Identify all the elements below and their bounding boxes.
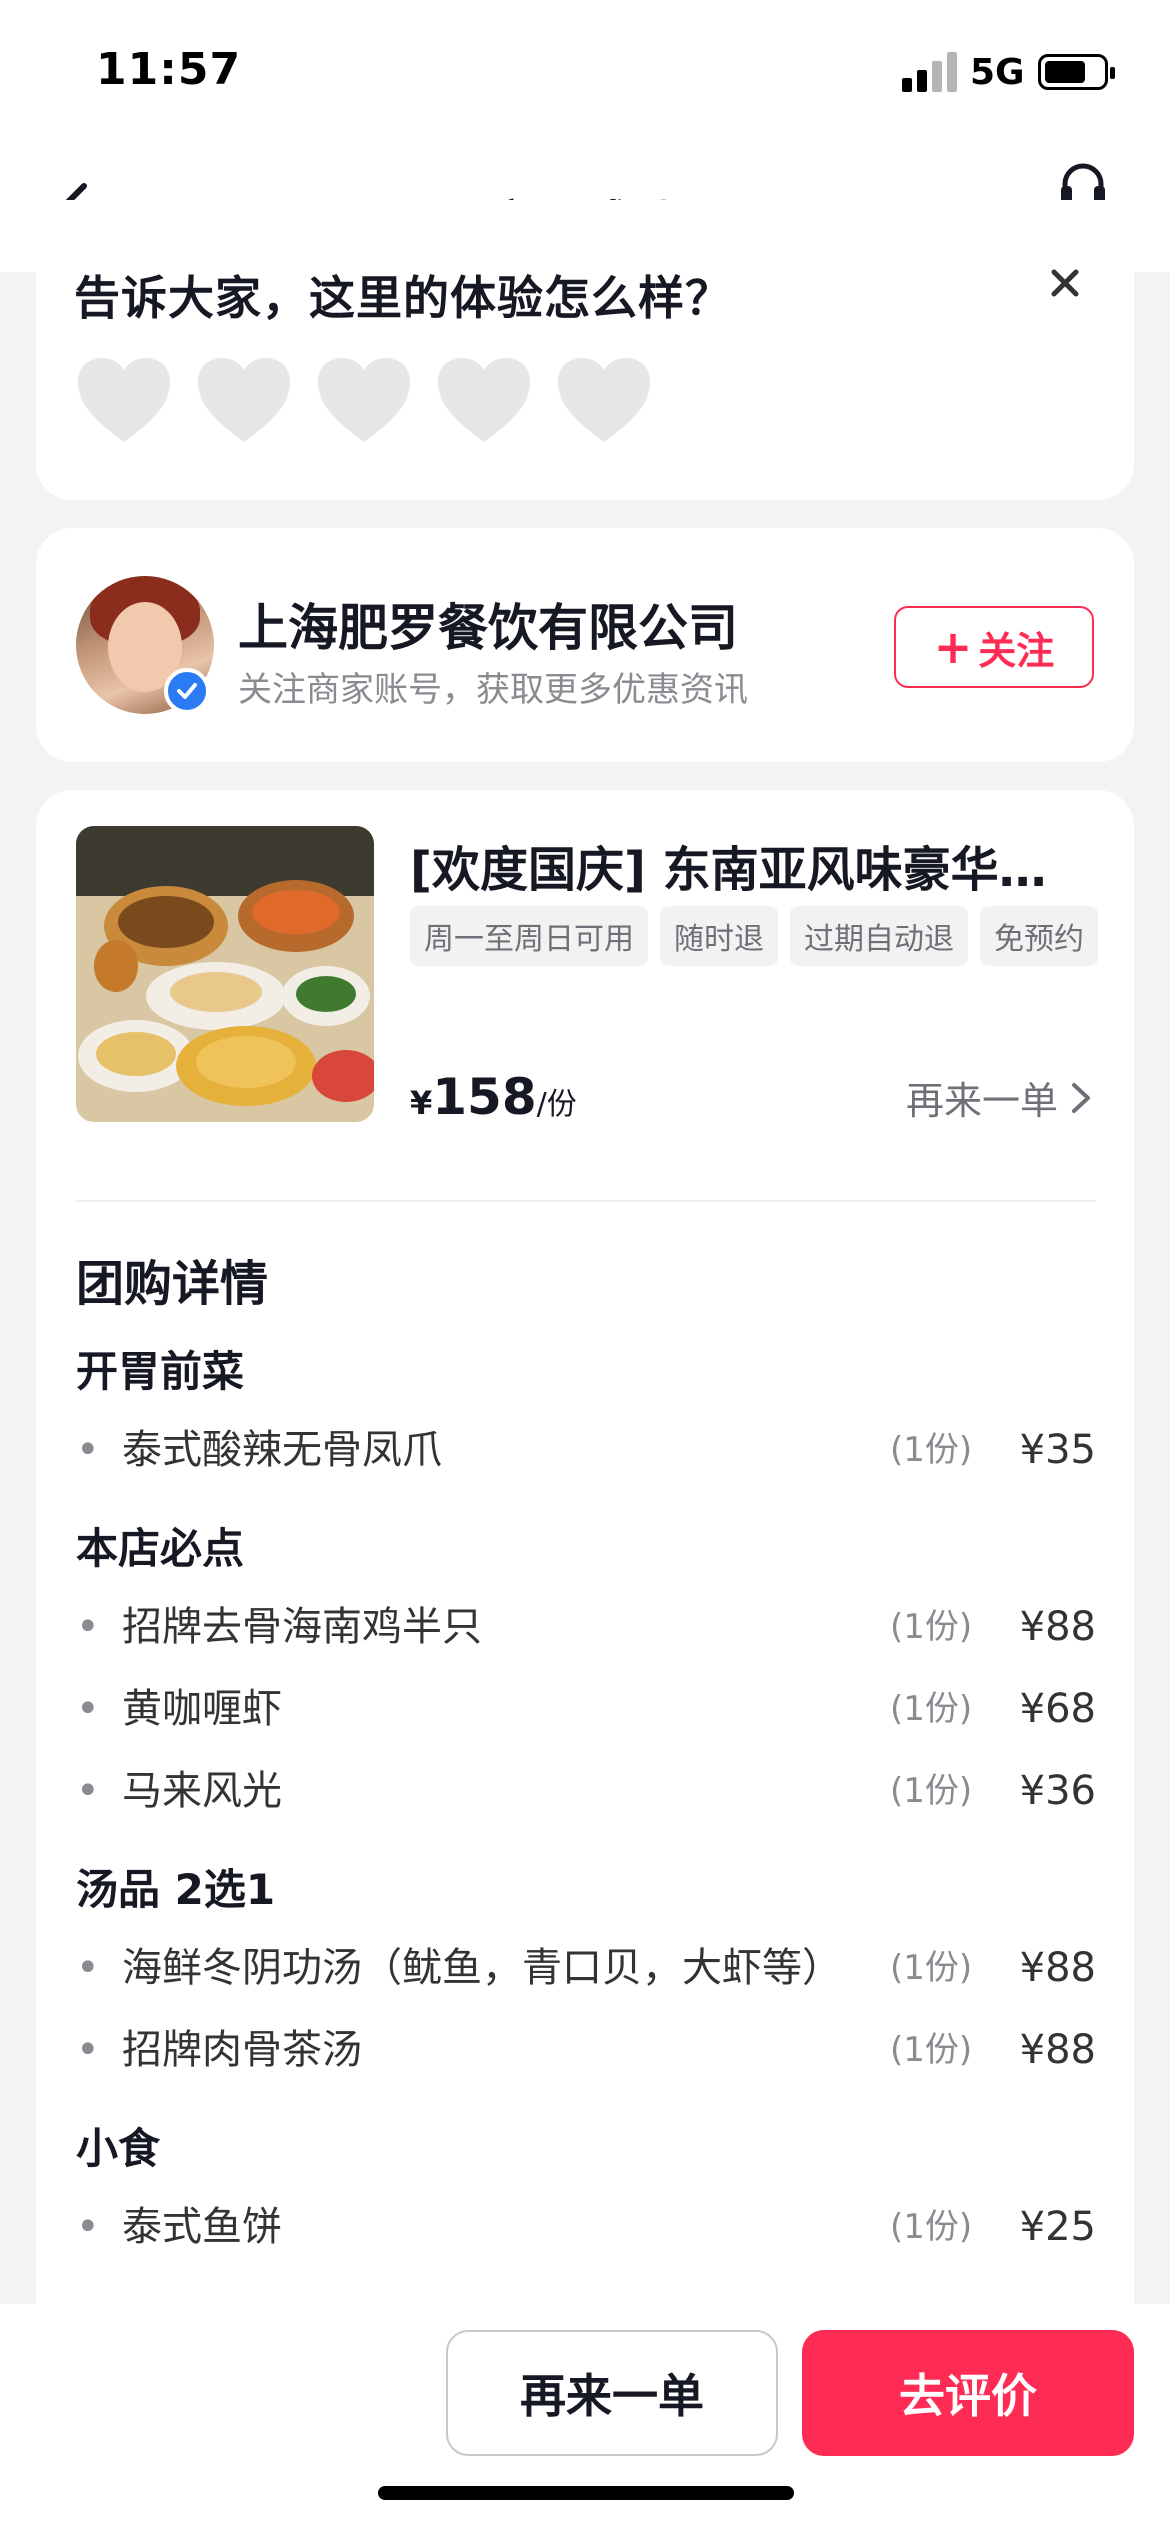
item-name: 招牌去骨海南鸡半只 xyxy=(122,1604,482,1650)
bullet: • xyxy=(76,1686,100,1732)
status-time: 11:57 xyxy=(96,44,242,95)
heart-icon[interactable] xyxy=(314,354,414,446)
bullet: • xyxy=(76,1604,100,1650)
item-price: ¥36 xyxy=(1019,1768,1096,1814)
heart-icon[interactable] xyxy=(554,354,654,446)
review-button[interactable]: 去评价 xyxy=(802,2330,1134,2456)
heart-icon[interactable] xyxy=(194,354,294,446)
details-sections: 开胃前菜 • 泰式酸辣无骨凤爪 (1份) ¥35 本店必点 • 招牌去骨海南鸡半… xyxy=(76,1338,1096,2292)
list-item: • 招牌去骨海南鸡半只 (1份) ¥88 xyxy=(76,1586,1096,1668)
deal-image[interactable] xyxy=(76,826,374,1122)
deal-price: ¥158/份 xyxy=(410,1068,577,1126)
battery-icon xyxy=(1038,54,1115,90)
item-qty: (1份) xyxy=(890,1689,973,1729)
section-title: 开胃前菜 xyxy=(76,1347,245,1396)
item-price: ¥88 xyxy=(1019,1604,1096,1650)
item-qty: (1份) xyxy=(890,2207,973,2247)
item-name: 泰式酸辣无骨凤爪 xyxy=(122,1427,442,1473)
section-title: 小食 xyxy=(76,2124,161,2173)
heart-icon[interactable] xyxy=(434,354,534,446)
item-name: 黄咖喱虾 xyxy=(122,1686,282,1732)
details-title: 团购详情 xyxy=(76,1256,269,1312)
divider xyxy=(76,1200,1096,1202)
merchant-card[interactable]: 上海肥罗餐饮有限公司 关注商家账号，获取更多优惠资讯 + 关注 xyxy=(36,528,1134,762)
list-item: • 马来风光 (1份) ¥36 xyxy=(76,1750,1096,1832)
merchant-name: 上海肥罗餐饮有限公司 xyxy=(238,599,738,657)
section-title: 汤品 2选1 xyxy=(76,1865,276,1914)
heart-rating xyxy=(74,354,654,446)
item-price: ¥68 xyxy=(1019,1686,1096,1732)
list-item: • 海鲜冬阴功汤（鱿鱼，青口贝，大虾等） (1份) ¥88 xyxy=(76,1927,1096,2009)
list-item: • 泰式酸辣无骨凤爪 (1份) ¥35 xyxy=(76,1409,1096,1491)
reorder-button[interactable]: 再来一单 xyxy=(446,2330,778,2456)
bullet: • xyxy=(76,1768,100,1814)
item-price: ¥88 xyxy=(1019,1945,1096,1991)
item-name: 海鲜冬阴功汤（鱿鱼，青口贝，大虾等） xyxy=(122,1945,842,1991)
follow-button[interactable]: + 关注 xyxy=(894,606,1094,688)
item-qty: (1份) xyxy=(890,1771,973,1811)
status-bar: 11:57 5G xyxy=(0,0,1170,140)
bullet: • xyxy=(76,2027,100,2073)
chevron-right-icon xyxy=(1072,1082,1090,1113)
bullet: • xyxy=(76,2204,100,2250)
signal-icon xyxy=(902,52,957,92)
item-qty: (1份) xyxy=(890,1948,973,1988)
deal-tag: 随时退 xyxy=(660,906,778,966)
bullet: • xyxy=(76,1427,100,1473)
item-name: 马来风光 xyxy=(122,1768,282,1814)
item-name: 泰式鱼饼 xyxy=(122,2204,282,2250)
deal-tags: 周一至周日可用 随时退 过期自动退 免预约 xyxy=(410,906,1110,966)
deal-card: [欢度国庆] 东南亚风味豪华… 周一至周日可用 随时退 过期自动退 免预约 ¥1… xyxy=(36,790,1134,2532)
merchant-subtitle: 关注商家账号，获取更多优惠资讯 xyxy=(238,670,748,710)
list-item: • 招牌肉骨茶汤 (1份) ¥88 xyxy=(76,2009,1096,2091)
bullet: • xyxy=(76,1945,100,1991)
section-title: 本店必点 xyxy=(76,1524,245,1573)
item-name: 招牌肉骨茶汤 xyxy=(122,2027,362,2073)
item-qty: (1份) xyxy=(890,1430,973,1470)
item-price: ¥88 xyxy=(1019,2027,1096,2073)
follow-label: 关注 xyxy=(978,628,1055,673)
details-section: 开胃前菜 • 泰式酸辣无骨凤爪 (1份) ¥35 xyxy=(76,1338,1096,1491)
heart-icon[interactable] xyxy=(74,354,174,446)
deal-tag: 周一至周日可用 xyxy=(410,906,648,966)
verified-badge-icon xyxy=(164,668,210,714)
deal-tag: 过期自动退 xyxy=(790,906,968,966)
list-item: • 泰式鱼饼 (1份) ¥25 xyxy=(76,2186,1096,2268)
rating-prompt: 告诉大家，这里的体验怎么样？ xyxy=(74,271,732,325)
list-item: • 黄咖喱虾 (1份) ¥68 xyxy=(76,1668,1096,1750)
plus-icon: + xyxy=(933,620,973,674)
close-icon[interactable] xyxy=(1046,264,1084,302)
price-value: 158 xyxy=(432,1068,537,1126)
item-qty: (1份) xyxy=(890,2030,973,2070)
reorder-link[interactable]: 再来一单 xyxy=(906,1070,1092,1125)
home-indicator[interactable] xyxy=(378,2486,794,2500)
item-price: ¥35 xyxy=(1019,1427,1096,1473)
price-unit: /份 xyxy=(536,1087,577,1122)
deal-title[interactable]: [欢度国庆] 东南亚风味豪华… xyxy=(410,830,1100,900)
deal-tag: 免预约 xyxy=(980,906,1098,966)
rating-card: 告诉大家，这里的体验怎么样？ xyxy=(36,200,1134,500)
reorder-link-label: 再来一单 xyxy=(905,1079,1058,1123)
price-symbol: ¥ xyxy=(410,1084,433,1122)
network-label: 5G xyxy=(970,52,1025,93)
details-section: 汤品 2选1 • 海鲜冬阴功汤（鱿鱼，青口贝，大虾等） (1份) ¥88 • 招… xyxy=(76,1856,1096,2091)
item-qty: (1份) xyxy=(890,1607,973,1647)
details-section: 小食 • 泰式鱼饼 (1份) ¥25 xyxy=(76,2115,1096,2268)
item-price: ¥25 xyxy=(1019,2204,1096,2250)
details-section: 本店必点 • 招牌去骨海南鸡半只 (1份) ¥88 • 黄咖喱虾 (1份) ¥6… xyxy=(76,1515,1096,1832)
